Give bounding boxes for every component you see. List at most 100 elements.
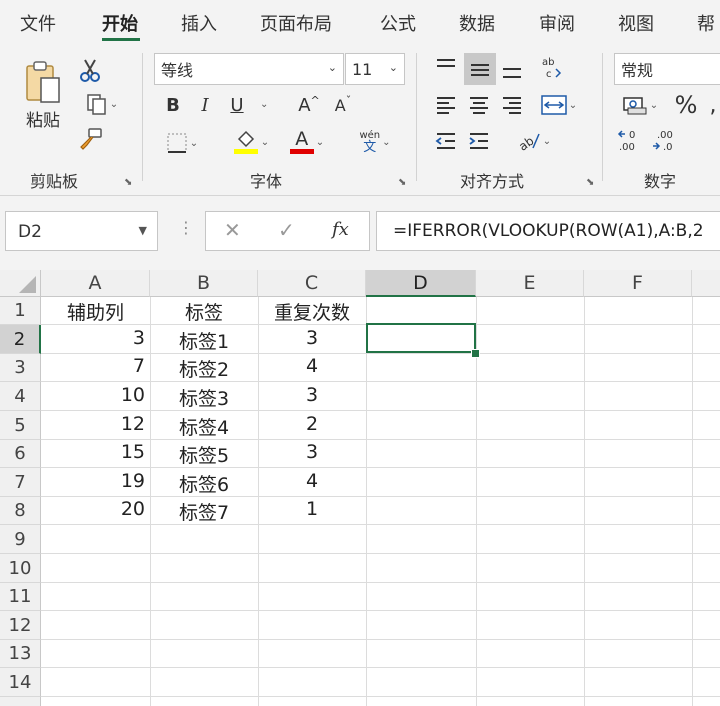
formula-bar-grip-icon[interactable]: ⋮ (178, 218, 194, 237)
cell-c2[interactable]: 3 (258, 327, 366, 349)
decrease-font-size-button[interactable]: Aˇ (330, 92, 356, 118)
comma-style-button[interactable]: , (706, 91, 720, 119)
dialog-launcher-icon[interactable]: ⬊ (398, 177, 406, 188)
tab-help[interactable]: 帮 (697, 10, 715, 36)
tab-file[interactable]: 文件 (20, 10, 56, 36)
cell-b7[interactable]: 标签6 (150, 470, 258, 497)
row-header-4[interactable]: 4 (0, 382, 41, 411)
cut-button[interactable] (78, 57, 102, 83)
tab-page-layout[interactable]: 页面布局 (260, 10, 332, 36)
number-format-select[interactable]: 常规 (614, 53, 720, 85)
cell-b8[interactable]: 标签7 (150, 498, 258, 525)
cell-c7[interactable]: 4 (258, 470, 366, 492)
accounting-format-button[interactable]: ⌄ (616, 91, 664, 119)
phonetic-guide-button[interactable]: wén 文 ⌄ (352, 127, 398, 157)
row-header-9[interactable]: 9 (0, 525, 41, 554)
increase-font-size-button[interactable]: A ^ (296, 92, 322, 118)
column-header-c[interactable]: C (258, 270, 366, 297)
select-all-corner[interactable] (0, 270, 41, 297)
align-top-button[interactable] (432, 53, 460, 81)
underline-button[interactable]: U (226, 92, 248, 118)
row-header-10[interactable]: 10 (0, 554, 41, 583)
paste-button[interactable]: 粘贴 (18, 59, 68, 131)
tab-home[interactable]: 开始 (102, 10, 138, 36)
cell-c8[interactable]: 1 (258, 498, 366, 520)
formula-input[interactable]: =IFERROR(VLOOKUP(ROW(A1),A:B,2 (376, 211, 720, 251)
format-painter-button[interactable] (78, 125, 104, 153)
cell-b3[interactable]: 标签2 (150, 355, 258, 382)
cell-c5[interactable]: 2 (258, 413, 366, 435)
decrease-indent-button[interactable] (432, 127, 460, 155)
cell-a2[interactable]: 3 (41, 327, 145, 349)
active-cell-d2[interactable] (366, 323, 476, 353)
row-header-6[interactable]: 6 (0, 440, 41, 468)
cell-a6[interactable]: 15 (41, 441, 145, 463)
cell-a7[interactable]: 19 (41, 470, 145, 492)
row-header-8[interactable]: 8 (0, 497, 41, 525)
cell-b1[interactable]: 标签 (150, 298, 258, 325)
cell-b2[interactable]: 标签1 (150, 327, 258, 354)
tab-review[interactable]: 审阅 (539, 10, 575, 36)
align-center-button[interactable] (465, 91, 493, 119)
column-header-e[interactable]: E (476, 270, 584, 297)
tab-formulas[interactable]: 公式 (380, 10, 416, 36)
row-header-2[interactable]: 2 (0, 325, 41, 354)
align-bottom-button[interactable] (498, 53, 526, 85)
percent-style-button[interactable]: % (672, 91, 700, 119)
align-middle-button[interactable] (464, 53, 496, 85)
font-name-select[interactable]: 等线 ⌄ (154, 53, 344, 85)
orientation-button[interactable]: ab ⌄ (510, 127, 558, 155)
row-header-15-partial[interactable] (0, 697, 41, 706)
cancel-icon[interactable]: ✕ (224, 218, 241, 242)
cell-c1[interactable]: 重复次数 (258, 298, 366, 325)
insert-function-icon[interactable]: fx (332, 219, 349, 240)
row-header-3[interactable]: 3 (0, 354, 41, 382)
cell-b6[interactable]: 标签5 (150, 441, 258, 468)
tab-view[interactable]: 视图 (618, 10, 654, 36)
cell-c4[interactable]: 3 (258, 384, 366, 406)
column-header-d[interactable]: D (366, 270, 476, 297)
bold-button[interactable]: B (162, 92, 184, 118)
borders-button[interactable]: ⌄ (158, 129, 206, 157)
increase-indent-button[interactable] (465, 127, 493, 155)
column-header-b[interactable]: B (150, 270, 258, 297)
enter-icon[interactable]: ✓ (278, 218, 295, 242)
cell-a8[interactable]: 20 (41, 498, 145, 520)
row-header-11[interactable]: 11 (0, 583, 41, 611)
align-left-button[interactable] (432, 91, 460, 119)
decrease-decimal-button[interactable]: .00.0 (650, 127, 680, 155)
fill-handle[interactable] (471, 349, 480, 358)
fill-color-button[interactable]: ⌄ (226, 127, 276, 157)
row-header-13[interactable]: 13 (0, 640, 41, 668)
row-header-1[interactable]: 1 (0, 297, 41, 325)
tab-data[interactable]: 数据 (459, 10, 495, 36)
copy-button[interactable]: ⌄ (78, 91, 126, 117)
cell-a3[interactable]: 7 (41, 355, 145, 377)
worksheet-grid[interactable]: A B C D E F 1 2 3 4 5 6 7 8 9 10 11 12 1… (0, 270, 720, 706)
cell-a4[interactable]: 10 (41, 384, 145, 406)
tab-insert[interactable]: 插入 (181, 10, 217, 36)
merge-center-button[interactable]: ⌄ (534, 91, 584, 119)
column-header-f[interactable]: F (584, 270, 692, 297)
column-header-a[interactable]: A (41, 270, 150, 297)
italic-button[interactable]: I (194, 92, 216, 118)
cell-a5[interactable]: 12 (41, 413, 145, 435)
font-color-button[interactable]: A ⌄ (282, 127, 332, 157)
row-header-7[interactable]: 7 (0, 468, 41, 497)
row-header-5[interactable]: 5 (0, 411, 41, 440)
text-direction-button[interactable]: ab c (538, 53, 566, 83)
chevron-down-icon[interactable]: ⌄ (260, 99, 268, 110)
column-header-g-partial[interactable] (692, 270, 720, 297)
font-size-select[interactable]: 11 ⌄ (345, 53, 405, 85)
name-box[interactable]: D2 ▼ (5, 211, 158, 251)
increase-decimal-button[interactable]: 0.00 (616, 127, 646, 155)
cell-b4[interactable]: 标签3 (150, 384, 258, 411)
dialog-launcher-icon[interactable]: ⬊ (586, 177, 594, 188)
dialog-launcher-icon[interactable]: ⬊ (124, 177, 132, 188)
cell-a1[interactable]: 辅助列 (41, 298, 150, 325)
align-right-button[interactable] (498, 91, 526, 119)
cell-c3[interactable]: 4 (258, 355, 366, 377)
cell-c6[interactable]: 3 (258, 441, 366, 463)
row-header-12[interactable]: 12 (0, 611, 41, 640)
cell-b5[interactable]: 标签4 (150, 413, 258, 440)
